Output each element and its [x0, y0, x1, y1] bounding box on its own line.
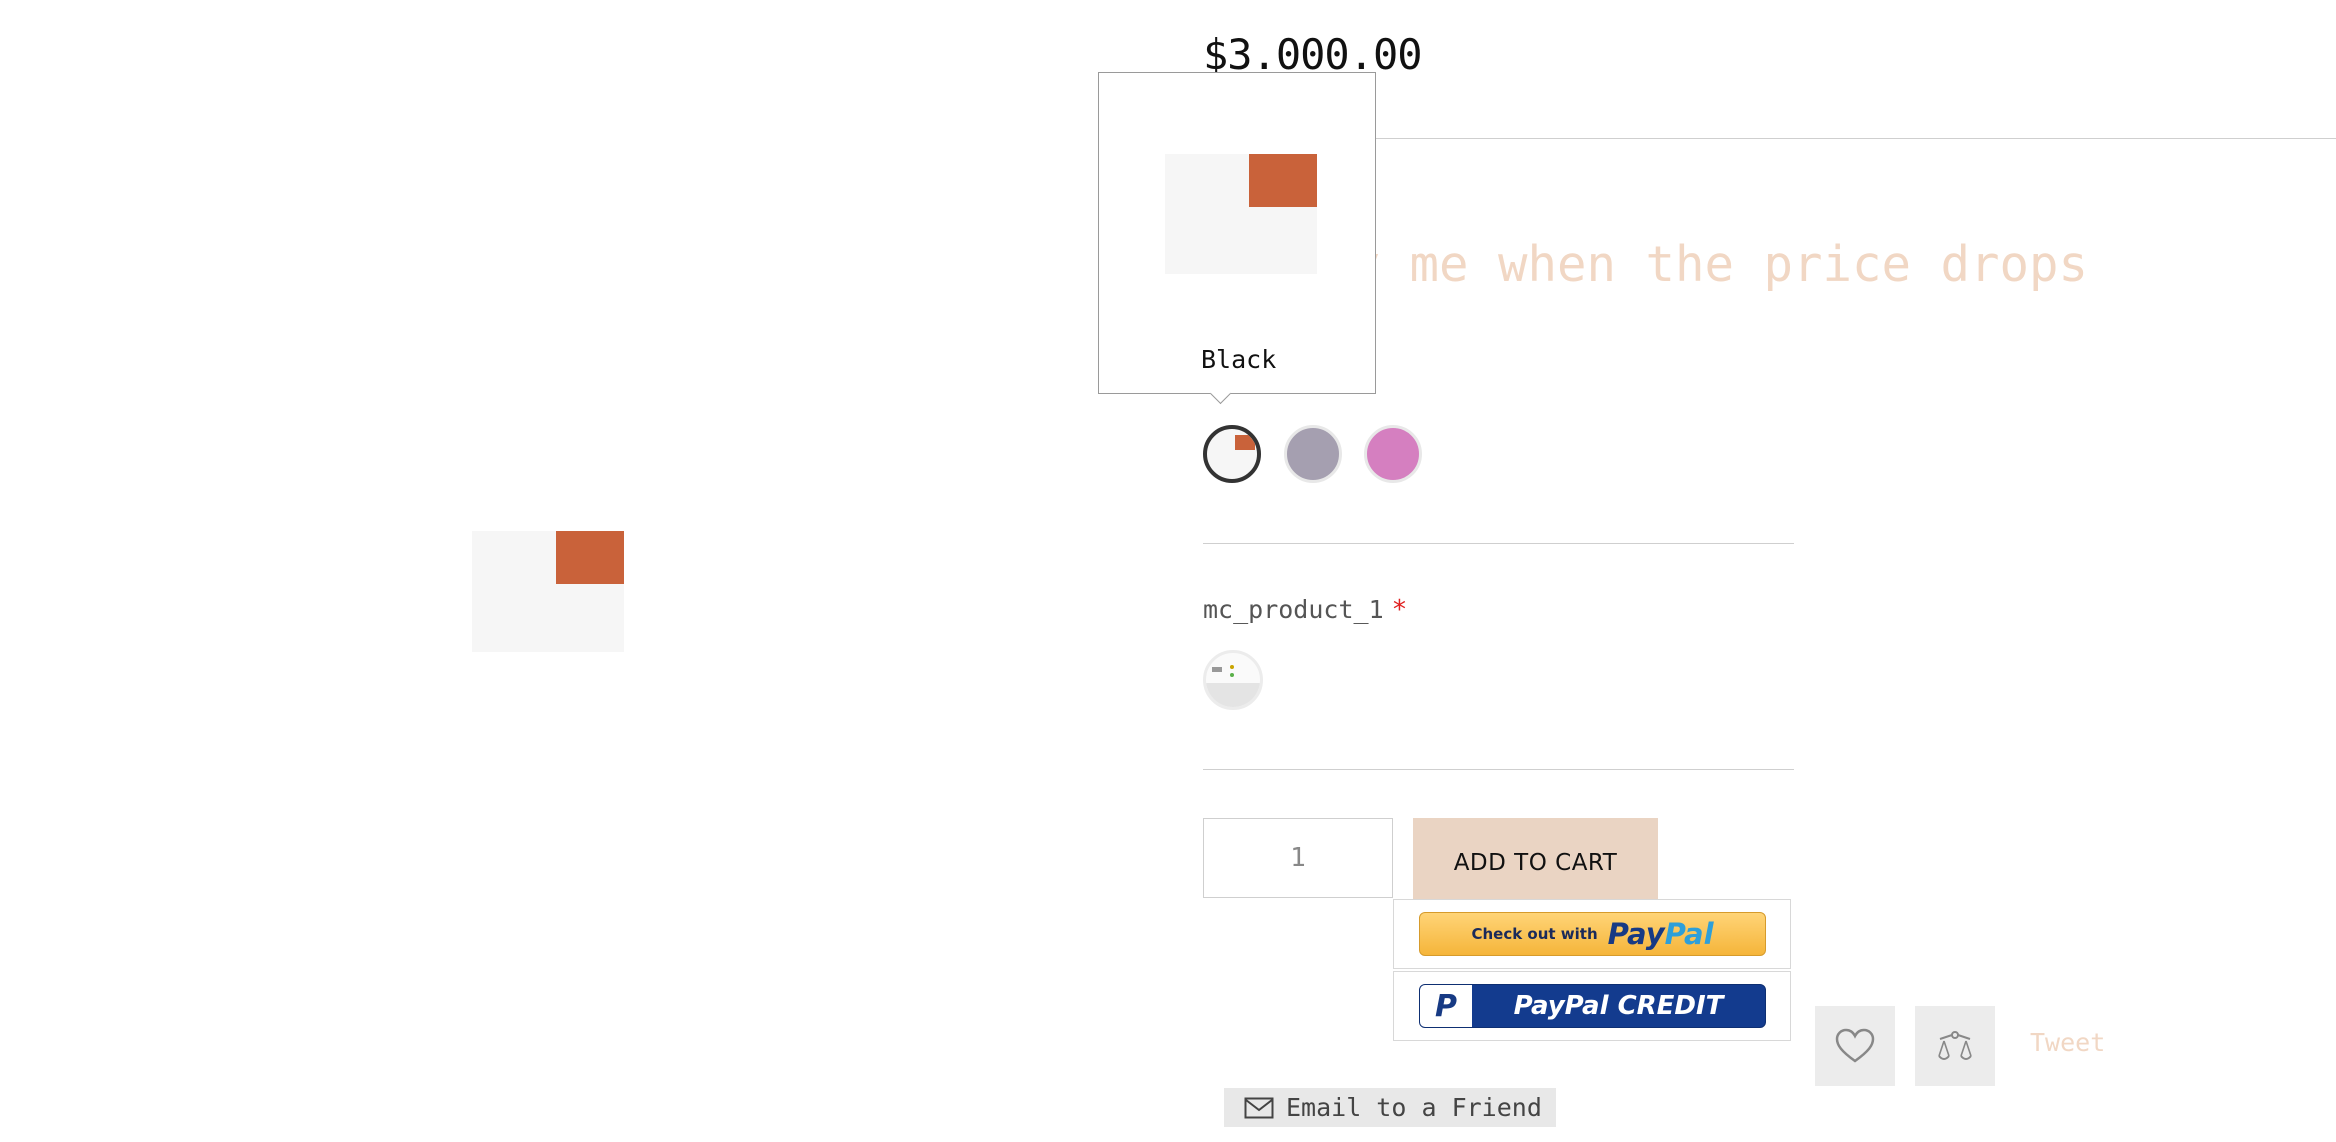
envelope-icon	[1244, 1097, 1274, 1118]
paypal-checkout-button[interactable]: Check out with PayPal	[1419, 912, 1766, 956]
paypal-credit-button[interactable]: P PayPal CREDIT	[1419, 984, 1766, 1028]
product-image[interactable]	[472, 531, 624, 652]
paypal-logo-pal: Pal	[1664, 917, 1714, 951]
email-to-friend-label: Email to a Friend	[1286, 1093, 1542, 1122]
swatch-tooltip-image-patch	[1249, 154, 1317, 207]
swatch-black[interactable]	[1203, 425, 1261, 483]
swatch-thumb-detail	[1206, 683, 1260, 707]
paypal-logo-pay: Pay	[1607, 917, 1665, 951]
swatch-black-patch	[1235, 435, 1255, 450]
paypal-checkout-container: Check out with PayPal	[1393, 899, 1791, 969]
product-image-color-patch	[556, 531, 624, 584]
swatch-thumb-detail	[1230, 673, 1234, 677]
paypal-credit-container: P PayPal CREDIT	[1393, 971, 1791, 1041]
paypal-checkout-prefix: Check out with	[1471, 925, 1598, 943]
swatch-pink[interactable]	[1364, 425, 1422, 483]
custom-option-label: mc_product_1 *	[1203, 595, 1407, 625]
tooltip-arrow	[1209, 382, 1232, 405]
email-to-friend-button[interactable]: Email to a Friend	[1224, 1088, 1556, 1127]
divider	[1203, 769, 1794, 770]
quantity-input[interactable]: 1	[1203, 818, 1393, 898]
required-marker: *	[1391, 595, 1408, 625]
paypal-logo: PayPal	[1608, 917, 1714, 951]
swatch-thumb-detail	[1230, 665, 1234, 669]
swatch-tooltip: Black	[1098, 72, 1376, 405]
add-to-compare-button[interactable]	[1915, 1006, 1995, 1086]
divider	[1203, 543, 1794, 544]
add-to-wishlist-button[interactable]	[1815, 1006, 1895, 1086]
custom-option-name: mc_product_1	[1203, 595, 1384, 624]
tweet-link[interactable]: Tweet	[2030, 1028, 2105, 1057]
swatch-thumb-detail	[1212, 667, 1222, 672]
paypal-credit-label: PayPal CREDIT	[1513, 991, 1724, 1021]
swatch-grey[interactable]	[1284, 425, 1342, 483]
custom-option-swatch[interactable]	[1203, 650, 1263, 710]
swatch-tooltip-image	[1165, 154, 1317, 274]
paypal-p-icon: P	[1420, 985, 1472, 1027]
compare-scale-icon	[1938, 1031, 1972, 1060]
heart-icon	[1835, 1028, 1875, 1063]
divider	[1345, 138, 2336, 139]
add-to-cart-button[interactable]: ADD TO CART	[1413, 818, 1658, 900]
swatch-tooltip-label: Black	[1201, 345, 1277, 374]
